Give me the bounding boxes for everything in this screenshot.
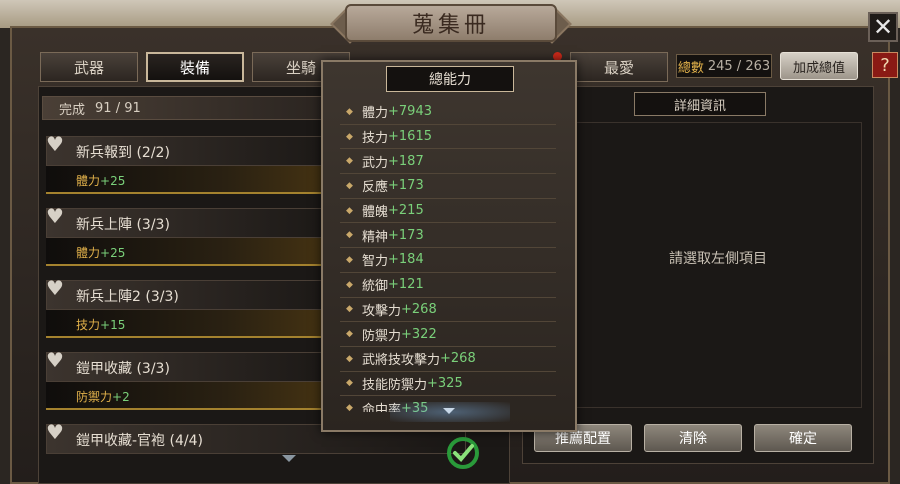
bonus-stat: 防禦力	[76, 390, 113, 404]
heart-icon[interactable]: ♥	[46, 348, 64, 372]
detail-title: 詳細資訊	[634, 92, 766, 116]
stat-row: ◆ 精神 +173	[340, 223, 556, 249]
window-title: 蒐集冊	[345, 4, 557, 42]
stat-value: +268	[440, 351, 476, 367]
list-item[interactable]: ♥ 新兵上陣 (3/3) 體力+25	[46, 204, 346, 266]
stat-row: ◆ 體魄 +215	[340, 199, 556, 224]
stat-row: ◆ 反應 +173	[340, 174, 556, 199]
diamond-bullet-icon: ◆	[346, 205, 353, 216]
bonus-value: +2	[112, 390, 130, 404]
completion-label: 完成	[59, 102, 86, 118]
set-name: 新兵上陣2 (3/3)	[76, 289, 179, 305]
stat-name: 技能防禦力	[362, 377, 428, 393]
stat-value: +187	[388, 153, 424, 169]
stat-name: 智力	[362, 254, 389, 270]
diamond-bullet-icon: ◆	[346, 329, 353, 340]
stat-value: +173	[388, 227, 424, 243]
diamond-bullet-icon: ◆	[346, 230, 353, 241]
diamond-bullet-icon: ◆	[346, 304, 353, 315]
stat-name: 反應	[362, 180, 389, 196]
stat-row: ◆ 武力 +187	[340, 149, 556, 175]
stat-value: +325	[427, 375, 463, 391]
stat-row: ◆ 體力 +7943	[340, 100, 556, 125]
stat-name: 武將技攻擊力	[362, 353, 441, 369]
diamond-bullet-icon: ◆	[346, 131, 353, 142]
set-name: 新兵上陣 (3/3)	[76, 217, 170, 233]
tab-favorites[interactable]: 最愛	[570, 52, 668, 82]
stat-value: +7943	[388, 104, 432, 120]
popup-title: 總能力	[386, 66, 514, 92]
completion-value: 91 / 91	[95, 100, 141, 116]
scroll-down-icon[interactable]	[282, 455, 296, 462]
list-item[interactable]: ♥ 鎧甲收藏 (3/3) 防禦力+2	[46, 348, 346, 410]
stat-value: +268	[401, 301, 437, 317]
clear-button[interactable]: 清除	[644, 424, 742, 452]
diamond-bullet-icon: ◆	[346, 106, 353, 117]
diamond-bullet-icon: ◆	[346, 378, 353, 389]
stat-name: 體魄	[362, 205, 389, 221]
stat-value: +121	[388, 277, 424, 293]
stat-row: ◆ 防禦力 +322	[340, 322, 556, 347]
diamond-bullet-icon: ◆	[346, 403, 353, 412]
stat-value: +184	[388, 252, 424, 268]
total-bonus-button[interactable]: 加成總值	[780, 52, 858, 80]
stat-value: +173	[388, 178, 424, 194]
stat-row: ◆ 攻擊力 +268	[340, 298, 556, 323]
stat-row: ◆ 智力 +184	[340, 248, 556, 273]
stat-name: 體力	[362, 106, 389, 122]
heart-icon[interactable]: ♥	[46, 420, 64, 444]
list-item[interactable]: ♥ 新兵報到 (2/2) 體力+25	[46, 132, 346, 194]
help-icon[interactable]: ?	[872, 52, 898, 78]
stat-name: 攻擊力	[362, 303, 402, 319]
total-count-value: 245 / 263	[707, 58, 771, 74]
diamond-bullet-icon: ◆	[346, 279, 353, 290]
confirm-button[interactable]: 確定	[754, 424, 852, 452]
stat-name: 武力	[362, 155, 389, 171]
stat-row: ◆ 技能防禦力 +325	[340, 372, 556, 397]
set-bonus: 防禦力+2	[46, 382, 346, 410]
close-icon[interactable]: ✕	[868, 12, 898, 42]
stat-name: 技力	[362, 131, 389, 147]
total-count: 總數 245 / 263	[676, 54, 772, 78]
stat-list[interactable]: ◆ 體力 +7943 ◆ 技力 +1615 ◆ 武力 +187 ◆ 反應 +173 ◆ 體魄 +215 ◆ 精神…	[340, 100, 556, 412]
list-item[interactable]: ♥ 鎧甲收藏-官袍 (4/4)	[46, 420, 466, 462]
bonus-value: +25	[100, 174, 126, 188]
list-item[interactable]: ♥ 新兵上陣2 (3/3) 技力+15	[46, 276, 346, 338]
stat-name: 統御	[362, 279, 389, 295]
set-bonus: 體力+25	[46, 166, 346, 194]
stat-row: ◆ 武將技攻擊力 +268	[340, 347, 556, 372]
total-count-label: 總數	[677, 60, 704, 76]
heart-icon[interactable]: ♥	[46, 276, 64, 300]
set-name: 鎧甲收藏 (3/3)	[76, 361, 170, 377]
diamond-bullet-icon: ◆	[346, 180, 353, 191]
stat-row: ◆ 統御 +121	[340, 273, 556, 298]
stat-value: +322	[401, 326, 437, 342]
check-icon	[447, 437, 479, 469]
detail-placeholder: 請選取左側項目	[669, 251, 767, 267]
scroll-down-icon[interactable]	[443, 408, 455, 414]
diamond-bullet-icon: ◆	[346, 254, 353, 265]
bonus-value: +15	[100, 318, 126, 332]
set-bonus: 技力+15	[46, 310, 346, 338]
heart-icon[interactable]: ♥	[46, 204, 64, 228]
tab-equipment[interactable]: 裝備	[146, 52, 244, 82]
stat-value: +1615	[388, 129, 432, 145]
stat-name: 精神	[362, 229, 389, 245]
stat-row: ◆ 技力 +1615	[340, 125, 556, 150]
diamond-bullet-icon: ◆	[346, 353, 353, 364]
bonus-stat: 技力	[76, 318, 101, 332]
set-name: 鎧甲收藏-官袍 (4/4)	[76, 433, 203, 449]
stat-value: +215	[388, 203, 424, 219]
bonus-stat: 體力	[76, 246, 101, 260]
heart-icon[interactable]: ♥	[46, 132, 64, 156]
bonus-stat: 體力	[76, 174, 101, 188]
set-bonus: 體力+25	[46, 238, 346, 266]
diamond-bullet-icon: ◆	[346, 156, 353, 167]
set-name: 新兵報到 (2/2)	[76, 145, 170, 161]
bonus-value: +25	[100, 246, 126, 260]
stat-name: 防禦力	[362, 328, 402, 344]
completion-bar: 完成 91 / 91	[42, 96, 332, 120]
tab-weapons[interactable]: 武器	[40, 52, 138, 82]
